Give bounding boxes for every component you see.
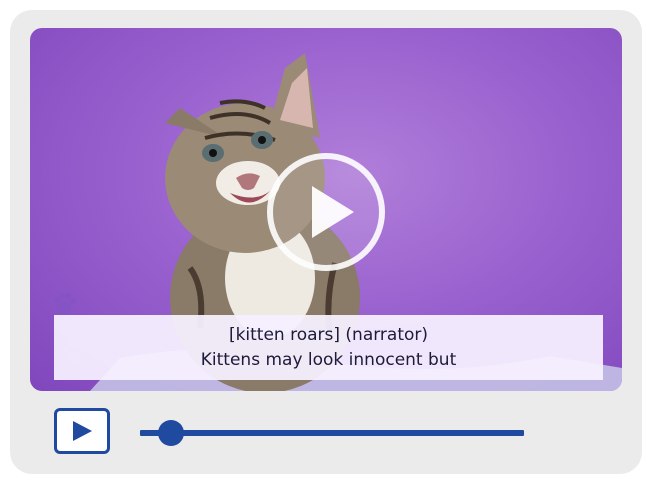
- progress-thumb[interactable]: [157, 420, 184, 446]
- progress-track[interactable]: [140, 430, 524, 436]
- progress-slider[interactable]: [140, 420, 524, 446]
- play-button[interactable]: [54, 408, 110, 454]
- video-frame[interactable]: [kitten roars] (narrator) Kittens may lo…: [30, 28, 622, 391]
- play-circle-icon[interactable]: [266, 152, 386, 272]
- caption-line-2: Kittens may look innocent but: [200, 349, 457, 370]
- video-player: [kitten roars] (narrator) Kittens may lo…: [10, 10, 642, 474]
- caption-line-1: [kitten roars] (narrator): [228, 324, 429, 345]
- play-icon: [73, 421, 92, 441]
- captions-box: [kitten roars] (narrator) Kittens may lo…: [54, 315, 603, 380]
